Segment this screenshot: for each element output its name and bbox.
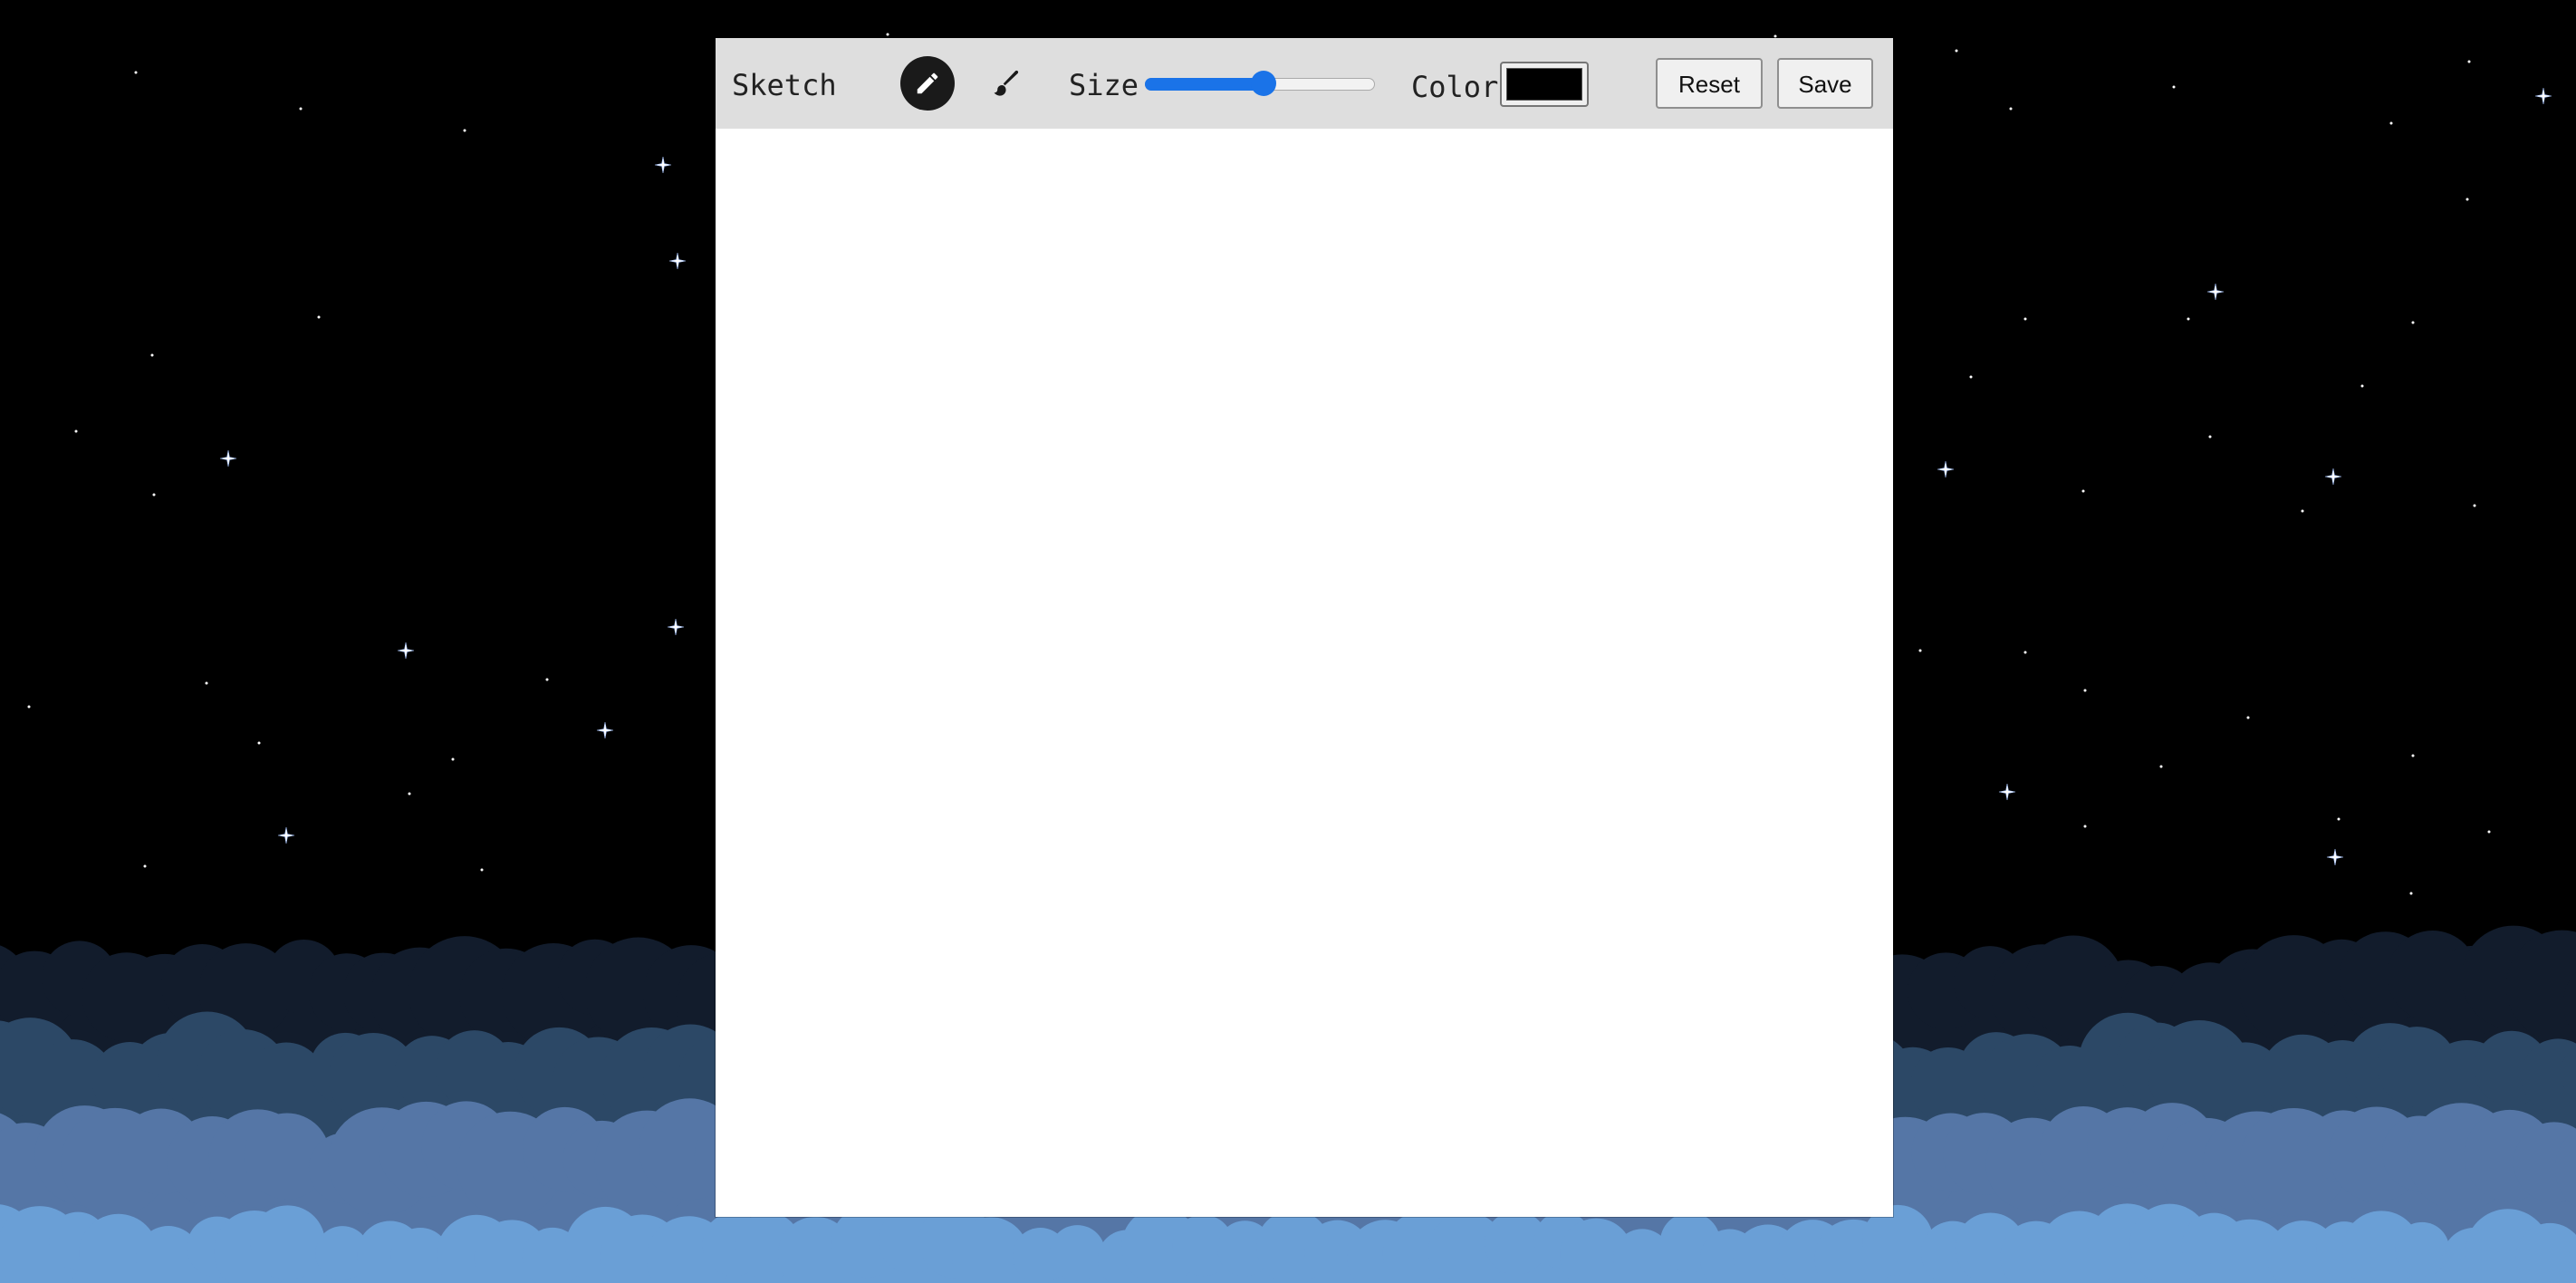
star-dot	[27, 705, 31, 709]
save-button[interactable]: Save	[1777, 58, 1873, 109]
brush-icon	[994, 70, 1019, 96]
star-dot	[408, 792, 411, 796]
star-dot	[2465, 198, 2469, 201]
star-dot	[451, 757, 455, 761]
star-dot	[2187, 317, 2190, 321]
star-dot	[205, 681, 208, 685]
color-swatch	[1506, 68, 1582, 101]
star-dot	[74, 429, 78, 433]
star-dot	[299, 107, 303, 111]
drawing-canvas[interactable]	[716, 129, 1893, 1217]
size-slider-fill	[1145, 78, 1264, 91]
star-dot	[257, 741, 261, 745]
pencil-icon	[917, 72, 938, 94]
star-dot	[2009, 107, 2013, 111]
brush-tool-button[interactable]	[978, 56, 1033, 111]
color-label: Color	[1411, 70, 1499, 104]
star-dot	[886, 33, 889, 36]
star-dot	[1969, 375, 1973, 379]
star-dot	[2337, 817, 2341, 821]
star-dot	[1918, 649, 1922, 652]
pencil-tool-button[interactable]	[900, 56, 955, 111]
star-dot	[480, 868, 484, 872]
star-dot	[152, 493, 156, 497]
star-dot	[317, 315, 321, 319]
toolbar: Sketch Size Color Reset Save	[716, 38, 1893, 129]
star-dot	[2023, 317, 2027, 321]
star-dot	[2301, 509, 2304, 513]
reset-button[interactable]: Reset	[1656, 58, 1763, 109]
star-dot	[545, 678, 549, 681]
size-label: Size	[1069, 68, 1139, 102]
star-dot	[134, 71, 138, 74]
size-slider-thumb[interactable]	[1251, 71, 1277, 96]
star-dot	[2389, 121, 2393, 125]
star-dot	[2023, 651, 2027, 654]
star-dot	[2409, 892, 2413, 895]
star-dot	[143, 864, 147, 868]
star-dot	[2172, 85, 2176, 89]
star-dot	[2411, 754, 2415, 757]
star-dot	[463, 129, 466, 132]
star-dot	[2473, 504, 2476, 507]
sketch-app-window: Sketch Size Color Reset Save	[716, 38, 1893, 1217]
star-dot	[150, 353, 154, 357]
star-dot	[1955, 49, 1958, 53]
star-dot	[2246, 716, 2250, 719]
star-dot	[2208, 435, 2212, 439]
star-dot	[2487, 830, 2491, 834]
star-dot	[2083, 825, 2087, 828]
star-dot	[2083, 689, 2087, 692]
size-slider[interactable]	[1145, 71, 1375, 96]
star-dot	[2159, 765, 2163, 768]
star-dot	[2360, 384, 2364, 388]
color-picker[interactable]	[1500, 62, 1589, 107]
app-title: Sketch	[732, 68, 837, 102]
star-dot	[2467, 60, 2471, 63]
star-dot	[2411, 321, 2415, 324]
star-dot	[2081, 489, 2085, 493]
